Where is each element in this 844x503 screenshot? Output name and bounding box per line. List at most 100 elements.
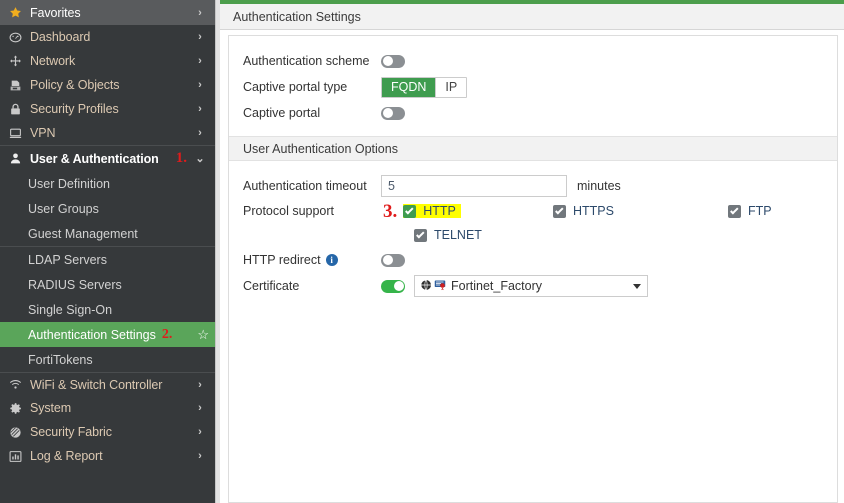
checkbox-box <box>728 204 741 218</box>
certificate-select[interactable]: Fortinet_Factory <box>414 275 648 297</box>
sidebar-item-user-groups[interactable]: User Groups <box>0 196 215 221</box>
sidebar-item-authentication-settings[interactable]: Authentication Settings 2. ☆ <box>0 322 215 347</box>
protocol-support-label: Protocol support <box>243 204 335 218</box>
info-icon[interactable]: i <box>325 254 338 266</box>
chevron-right-icon: › <box>198 127 202 139</box>
sidebar-subitem-label: RADIUS Servers <box>28 277 122 292</box>
user-auth-options-block: Authentication timeout minutes Protocol … <box>229 161 837 309</box>
row-protocol-support: Protocol support 3. HTTP HTTPS FTP TELNE… <box>229 199 837 247</box>
checkbox-http[interactable]: HTTP <box>403 204 461 218</box>
sidebar-item-label: Security Fabric <box>30 425 112 439</box>
segment-fqdn[interactable]: FQDN <box>382 77 437 97</box>
sidebar-item-security-profiles[interactable]: Security Profiles › <box>0 97 215 121</box>
protocol-support-group: 3. HTTP HTTPS FTP TELNET <box>381 201 837 245</box>
sidebar-subitem-label: Guest Management <box>28 226 138 241</box>
sidebar-item-radius-servers[interactable]: RADIUS Servers <box>0 272 215 297</box>
segment-ip[interactable]: IP <box>436 77 467 97</box>
sidebar-item-guest-management[interactable]: Guest Management <box>0 221 215 246</box>
sidebar-item-wifi-switch-controller[interactable]: WiFi & Switch Controller › <box>0 372 215 396</box>
chevron-right-icon: › <box>198 31 202 43</box>
certificate-toggle[interactable] <box>381 279 405 293</box>
chevron-right-icon: › <box>198 6 202 19</box>
page-title-text: Authentication Settings <box>233 9 361 24</box>
sidebar-item-label: Security Profiles <box>30 102 119 116</box>
page-title: Authentication Settings <box>220 4 844 30</box>
section-title-text: User Authentication Options <box>243 141 398 156</box>
chevron-right-icon: › <box>198 450 202 462</box>
certificate-label: Certificate <box>243 279 300 293</box>
dashboard-gauge-icon <box>9 31 28 44</box>
toggle-knob <box>382 255 393 265</box>
row-certificate: Certificate Fortinet_Factory <box>229 273 837 299</box>
sidebar-item-user-definition[interactable]: User Definition <box>0 171 215 196</box>
chevron-right-icon: › <box>198 426 202 438</box>
general-settings-block: Authentication scheme Captive portal typ… <box>229 36 837 136</box>
checkbox-label: HTTPS <box>573 204 614 218</box>
sidebar-subitem-label: LDAP Servers <box>28 252 107 267</box>
authentication-scheme-toggle[interactable] <box>381 54 405 68</box>
sidebar-item-label: Favorites <box>30 5 81 20</box>
captive-portal-type-label: Captive portal type <box>243 80 348 94</box>
captive-portal-type-segmented[interactable]: FQDN IP <box>381 76 468 98</box>
sidebar-item-ldap-servers[interactable]: LDAP Servers <box>0 247 215 272</box>
settings-panel-body: Authentication scheme Captive portal typ… <box>220 30 844 503</box>
authentication-timeout-label: Authentication timeout <box>243 179 367 193</box>
monitor-icon <box>9 127 28 140</box>
certificate-select-value: Fortinet_Factory <box>451 279 543 293</box>
sidebar-item-user-authentication[interactable]: User & Authentication 1. ⌄ <box>0 145 215 171</box>
chevron-right-icon: › <box>198 55 202 67</box>
row-captive-portal: Captive portal <box>229 100 837 126</box>
sidebar-item-label: User & Authentication <box>30 151 159 166</box>
checkbox-label: FTP <box>748 204 772 218</box>
sidebar-item-single-sign-on[interactable]: Single Sign-On <box>0 297 215 322</box>
sidebar-item-label: Policy & Objects <box>30 78 120 92</box>
check-icon <box>415 230 425 239</box>
sidebar-item-security-fabric[interactable]: Security Fabric › <box>0 420 215 444</box>
policy-icon <box>9 79 28 92</box>
sidebar-item-label: WiFi & Switch Controller <box>30 377 163 392</box>
checkbox-label: TELNET <box>434 228 482 242</box>
protocol-cell-https: HTTPS <box>553 204 728 218</box>
chevron-down-icon <box>633 283 641 289</box>
settings-card: Authentication scheme Captive portal typ… <box>228 35 838 503</box>
checkbox-ftp[interactable]: FTP <box>728 204 772 218</box>
captive-portal-label: Captive portal <box>243 106 321 120</box>
chevron-right-icon: › <box>198 378 202 391</box>
sidebar-item-fortitokens[interactable]: FortiTokens <box>0 347 215 372</box>
sidebar-item-vpn[interactable]: VPN › <box>0 121 215 145</box>
http-redirect-toggle[interactable] <box>381 253 405 267</box>
checkbox-https[interactable]: HTTPS <box>553 204 614 218</box>
gear-icon <box>9 402 28 415</box>
sidebar-item-label: System <box>30 401 72 415</box>
chart-bar-icon <box>9 450 28 463</box>
sidebar-item-favorites[interactable]: Favorites › <box>0 0 215 25</box>
sidebar-subitem-label: Single Sign-On <box>28 302 113 317</box>
chevron-right-icon: › <box>198 402 202 414</box>
captive-portal-toggle[interactable] <box>381 106 405 120</box>
checkbox-box <box>414 228 427 242</box>
sidebar-item-policy-objects[interactable]: Policy & Objects › <box>0 73 215 97</box>
authentication-timeout-input[interactable] <box>381 175 567 197</box>
globe-icon <box>420 279 432 294</box>
checkbox-telnet[interactable]: TELNET <box>414 228 482 242</box>
authentication-timeout-unit: minutes <box>577 179 621 193</box>
sidebar-item-network[interactable]: Network › <box>0 49 215 73</box>
annotation-1: 1. <box>175 150 187 166</box>
sidebar-subitem-label: Authentication Settings <box>28 327 156 342</box>
row-captive-portal-type: Captive portal type FQDN IP <box>229 74 837 100</box>
chevron-right-icon: › <box>198 103 202 115</box>
check-icon <box>729 206 739 215</box>
sidebar-item-dashboard[interactable]: Dashboard › <box>0 25 215 49</box>
network-arrows-icon <box>9 55 28 68</box>
sidebar-item-label: Log & Report <box>30 449 103 463</box>
fortigate-admin-window: Favorites › Dashboard › Network › Policy… <box>0 0 844 503</box>
protocol-cell-ftp: FTP <box>728 204 772 218</box>
favorite-star-icon[interactable]: ☆ <box>197 328 209 341</box>
sidebar-item-log-report[interactable]: Log & Report › <box>0 444 215 468</box>
row-http-redirect: HTTP redirect i <box>229 247 837 273</box>
checkbox-box <box>403 204 417 218</box>
checkbox-label: HTTP <box>423 204 456 218</box>
main-sidebar: Favorites › Dashboard › Network › Policy… <box>0 0 215 503</box>
protocol-line-1: 3. HTTP HTTPS FTP <box>381 201 837 221</box>
sidebar-item-system[interactable]: System › <box>0 396 215 420</box>
